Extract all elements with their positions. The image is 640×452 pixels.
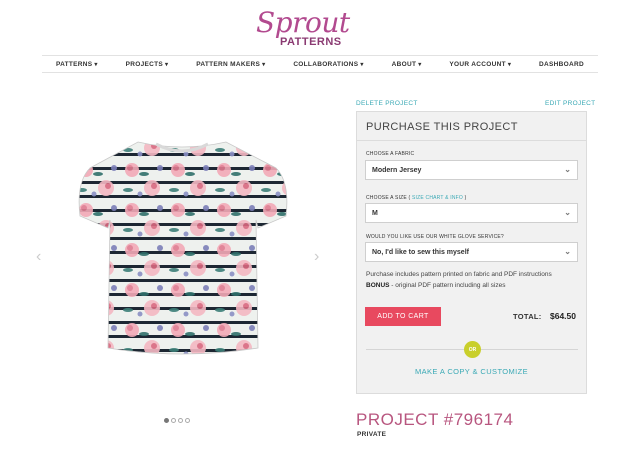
nav-projects[interactable]: PROJECTS ▾ [126, 61, 169, 68]
chevron-down-icon: ▾ [262, 61, 266, 68]
nav-your-account[interactable]: YOUR ACCOUNT ▾ [449, 61, 511, 68]
carousel-dot-4[interactable] [185, 418, 190, 423]
size-label: CHOOSE A SIZE ( SIZE CHART & INFO ) [366, 195, 467, 201]
sprout-patterns-logo[interactable]: Sprout PATTERNS [254, 6, 350, 48]
product-image-tshirt [78, 141, 288, 355]
chevron-down-icon: ▾ [507, 61, 512, 68]
nav-pattern-makers[interactable]: PATTERN MAKERS ▾ [196, 61, 265, 68]
project-title: PROJECT #796174 [356, 410, 514, 429]
chevron-down-icon: ⌄ [564, 247, 571, 256]
divider [357, 140, 586, 141]
chevron-down-icon: ▾ [94, 61, 98, 68]
size-chart-link[interactable]: SIZE CHART & INFO [412, 195, 463, 201]
add-to-cart-button[interactable]: ADD TO CART [365, 307, 441, 326]
chevron-down-icon: ▾ [360, 61, 364, 68]
fabric-select-value: Modern Jersey [372, 166, 422, 174]
nav-collaborations[interactable]: COLLABORATIONS ▾ [293, 61, 363, 68]
size-select[interactable]: M ⌄ [365, 203, 578, 223]
nav-dashboard[interactable]: DASHBOARD [539, 61, 584, 68]
nav-patterns[interactable]: PATTERNS ▾ [56, 61, 98, 68]
nav-about[interactable]: ABOUT ▾ [392, 61, 422, 68]
delete-project-link[interactable]: DELETE PROJECT [356, 100, 418, 107]
purchase-panel: PURCHASE THIS PROJECT CHOOSE A FABRIC Mo… [356, 111, 587, 394]
purchase-note: Purchase includes pattern printed on fab… [366, 271, 552, 278]
glove-service-value: No, I'd like to sew this myself [372, 248, 469, 256]
edit-project-link[interactable]: EDIT PROJECT [545, 100, 595, 107]
size-select-value: M [372, 209, 378, 217]
main-nav: PATTERNS ▾ PROJECTS ▾ PATTERN MAKERS ▾ COLL… [42, 55, 598, 73]
glove-service-label: WOULD YOU LIKE USE OUR WHITE GLOVE SERVI… [366, 234, 504, 240]
carousel-dots [164, 418, 190, 423]
chevron-down-icon: ⌄ [564, 165, 571, 174]
bonus-note: BONUS - original PDF pattern including a… [366, 282, 506, 289]
logo-sub-text: PATTERNS [280, 36, 342, 48]
logo-script-text: Sprout [256, 6, 350, 39]
carousel-dot-2[interactable] [171, 418, 176, 423]
fabric-select[interactable]: Modern Jersey ⌄ [365, 160, 578, 180]
chevron-down-icon: ▾ [418, 61, 422, 68]
chevron-down-icon: ⌄ [564, 208, 571, 217]
total-price: $64.50 [550, 311, 576, 321]
make-copy-customize-link[interactable]: MAKE A COPY & CUSTOMIZE [357, 367, 586, 376]
total-label: TOTAL: [513, 312, 542, 321]
or-badge: OR [464, 341, 481, 358]
glove-service-select[interactable]: No, I'd like to sew this myself ⌄ [365, 242, 578, 262]
panel-title: PURCHASE THIS PROJECT [366, 121, 518, 133]
carousel-dot-3[interactable] [178, 418, 183, 423]
project-visibility: PRIVATE [357, 431, 387, 438]
carousel-dot-1[interactable] [164, 418, 169, 423]
chevron-down-icon: ▾ [165, 61, 169, 68]
fabric-label: CHOOSE A FABRIC [366, 151, 415, 157]
